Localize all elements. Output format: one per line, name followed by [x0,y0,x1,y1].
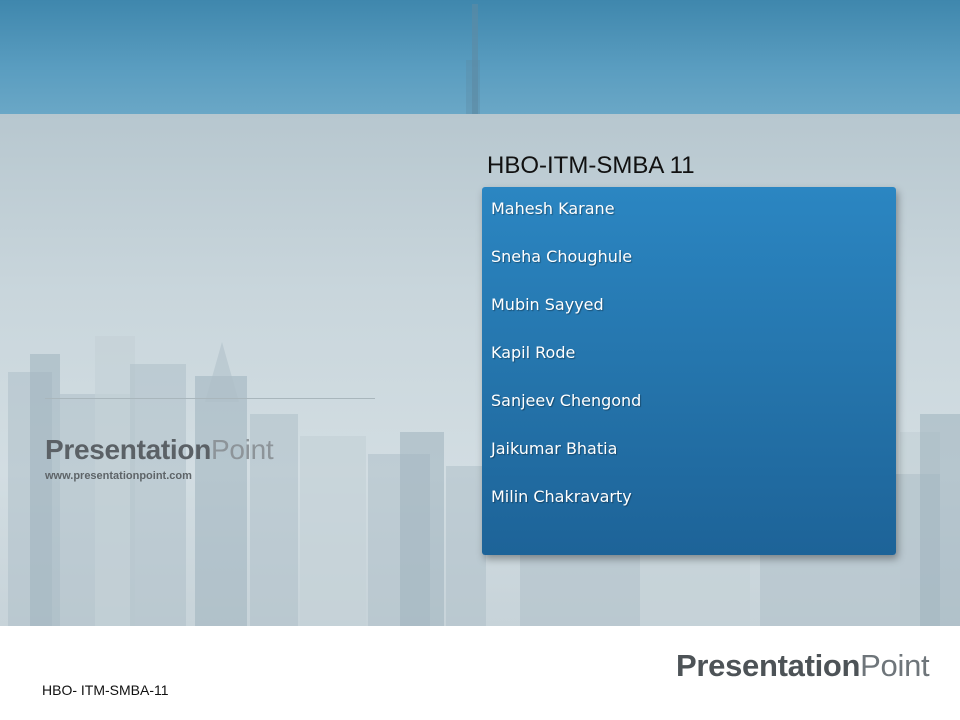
members-list: Mahesh Karane Sneha Choughule Mubin Sayy… [491,198,641,534]
building [195,376,247,626]
slide: PresentationPoint www.presentationpoint.… [0,0,960,720]
divider-line [45,398,375,399]
building [30,354,60,626]
member-name: Kapil Rode [491,343,576,362]
sky-banner [0,0,960,114]
building [205,342,239,402]
member-name: Jaikumar Bhatia [491,439,618,458]
building [520,554,640,626]
website-url: www.presentationpoint.com [45,470,192,482]
member-name: Milin Chakravarty [491,487,632,506]
footer-brand-bold: Presentation [676,648,861,683]
brand-logo-light: Point [211,434,274,465]
slide-heading: HBO-ITM-SMBA 11 [487,152,695,179]
footer-brand-light: Point [860,648,930,683]
brand-logo-bold: Presentation [45,434,211,465]
brand-logo: PresentationPoint [45,434,274,466]
footer-label: HBO- ITM-SMBA-11 [42,682,169,698]
building [760,554,880,626]
building [920,414,960,626]
building [640,544,750,626]
antenna-mast-base [466,60,480,114]
member-name: Sanjeev Chengond [491,391,642,410]
building [400,432,444,626]
building [130,364,186,626]
building [300,436,366,626]
member-name: Mubin Sayyed [491,295,604,314]
member-name: Mahesh Karane [491,199,615,218]
building [446,466,486,626]
footer-brand-logo: PresentationPoint [676,648,930,684]
member-name: Sneha Choughule [491,247,633,266]
